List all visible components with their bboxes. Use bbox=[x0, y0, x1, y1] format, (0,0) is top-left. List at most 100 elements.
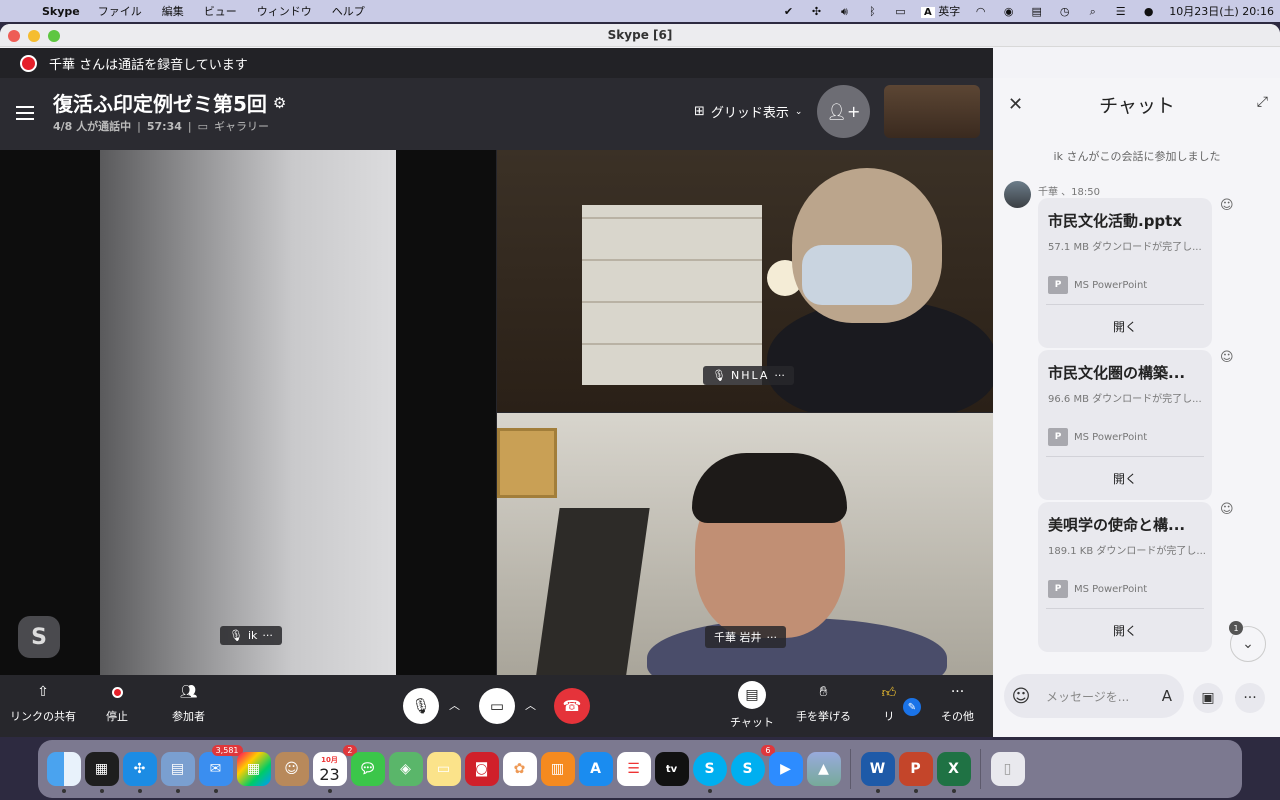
react-button[interactable]: 👍︎ リ bbox=[878, 681, 900, 724]
mic-options-chevron-icon[interactable]: ︿ bbox=[449, 697, 460, 713]
pencil-icon[interactable]: ✎ bbox=[903, 698, 921, 716]
messages-icon[interactable]: 💬︎ bbox=[350, 752, 385, 786]
preview-icon[interactable]: ▤ bbox=[160, 752, 195, 793]
checkmark-icon[interactable]: ✔ bbox=[781, 5, 796, 18]
maps-icon[interactable]: ◈ bbox=[388, 752, 423, 786]
network-icon[interactable]: ✣ bbox=[809, 5, 824, 18]
camera-options-chevron-icon[interactable]: ︿ bbox=[525, 697, 536, 713]
more-options-button[interactable]: ··· その他 bbox=[941, 681, 974, 724]
wifi-icon[interactable]: ◠ bbox=[973, 5, 988, 18]
chat-button[interactable]: ▤ チャット bbox=[730, 681, 774, 730]
photos-icon[interactable]: ✿ bbox=[502, 752, 537, 786]
open-file-button[interactable]: 開く bbox=[1038, 470, 1212, 487]
file-card-3[interactable]: 美唄学の使命と構... 189.1 KB ダウンロードが完了し... P MS P… bbox=[1038, 502, 1212, 652]
wall-panel bbox=[534, 508, 650, 675]
finder-icon[interactable] bbox=[46, 752, 81, 793]
mission-control-icon[interactable]: ▦ bbox=[84, 752, 119, 793]
name-tag-ik[interactable]: 🎙︎ ik ··· bbox=[220, 626, 282, 645]
input-method[interactable]: A 英字 bbox=[920, 3, 960, 19]
word-icon[interactable]: W bbox=[860, 752, 895, 793]
emoji-react-icon[interactable]: ☺ bbox=[1220, 198, 1234, 213]
menubar-clock[interactable]: 10月23日(土) 20:16 bbox=[1169, 3, 1274, 19]
name-tag-nhla[interactable]: 🎙︎ NHLA ··· bbox=[703, 366, 794, 385]
grid-view-button[interactable]: ⊞ グリッド表示 ⌄ bbox=[694, 102, 802, 121]
zoom-icon[interactable]: ▶ bbox=[768, 752, 803, 786]
format-text-icon[interactable]: A bbox=[1162, 687, 1172, 705]
minimize-window-button[interactable] bbox=[28, 30, 40, 42]
keyboard-icon[interactable]: ▤ bbox=[1029, 5, 1044, 18]
file-card-1[interactable]: 市民文化活動.pptx 57.1 MB ダウンロードが完了し... P MS Po… bbox=[1038, 198, 1212, 348]
end-call-button[interactable]: ☎︎ bbox=[554, 688, 590, 724]
zoom-window-button[interactable] bbox=[48, 30, 60, 42]
share-link-button[interactable]: ⇧ リンクの共有 bbox=[10, 681, 76, 724]
settings-icon[interactable]: ⚙ bbox=[273, 94, 286, 112]
name-tag-iwai[interactable]: 千華 岩井 ··· bbox=[705, 626, 786, 648]
emoji-react-icon[interactable]: ☺ bbox=[1220, 350, 1234, 365]
message-input[interactable]: メッセージを... bbox=[1046, 688, 1129, 705]
expand-icon[interactable]: ⤢ bbox=[1257, 94, 1268, 110]
raise-hand-button[interactable]: ✋︎ 手を挙げる bbox=[796, 681, 851, 724]
menu-view[interactable]: ビュー bbox=[194, 3, 247, 19]
video-tile-ik[interactable]: S 🎙︎ ik ··· bbox=[0, 150, 496, 675]
file-type: P MS PowerPoint bbox=[1048, 276, 1147, 294]
apple-tv-icon[interactable]: tv bbox=[654, 752, 689, 786]
control-center-icon[interactable]: ☰ bbox=[1113, 5, 1128, 18]
menu-edit[interactable]: 編集 bbox=[152, 3, 194, 19]
prism-icon[interactable]: ▲ bbox=[806, 752, 841, 786]
menu-icon[interactable] bbox=[16, 106, 34, 120]
message-composer[interactable]: ☺ メッセージを... A bbox=[1004, 674, 1184, 718]
dock: ▦ ✣ ▤ ✉ 3,581 ▦ ☺ 10月 23 2 💬︎ ◈ ▭ ◙ ✿ ▥ A ☰… bbox=[38, 740, 1242, 798]
spotlight-icon[interactable]: ⌕ bbox=[1085, 5, 1100, 18]
siri-icon[interactable]: ● bbox=[1141, 5, 1156, 18]
menu-file[interactable]: ファイル bbox=[88, 3, 152, 19]
time-machine-icon[interactable]: ◷ bbox=[1057, 5, 1072, 18]
video-tile-iwai[interactable]: 千華 岩井 ··· bbox=[497, 413, 993, 675]
call-header: 復活ふ印定例ゼミ第5回 ⚙ 4/8 人が通話中 | 57:34 | ▭ ギャラリ… bbox=[0, 78, 993, 150]
menu-app-name[interactable]: Skype bbox=[36, 5, 88, 18]
excel-icon[interactable]: X bbox=[936, 752, 971, 793]
record-stop-icon bbox=[106, 681, 128, 703]
calendar-day: 23 bbox=[319, 764, 340, 784]
menu-help[interactable]: ヘルプ bbox=[322, 3, 375, 19]
powerpoint-icon[interactable]: P bbox=[898, 752, 933, 793]
calendar-icon[interactable]: 10月 23 2 bbox=[312, 745, 357, 793]
skype-icon[interactable]: S bbox=[692, 752, 727, 793]
emoji-icon[interactable]: ☺ bbox=[1004, 686, 1038, 707]
participants-button[interactable]: 👥︎ 参加者 bbox=[172, 681, 205, 724]
bluetooth-icon[interactable]: ᛒ bbox=[865, 5, 880, 18]
self-video-preview[interactable] bbox=[884, 85, 980, 138]
volume-icon[interactable]: 🔊︎ bbox=[837, 5, 852, 18]
reminders-icon[interactable]: ☰ bbox=[616, 752, 651, 786]
message-sender: 千華 、18:50 bbox=[1038, 187, 1100, 198]
name-tag-ik-label: ik bbox=[247, 629, 258, 642]
launchpad-icon[interactable]: ▦ bbox=[236, 752, 271, 786]
open-file-button[interactable]: 開く bbox=[1038, 622, 1212, 639]
file-card-2[interactable]: 市民文化圏の構築... 96.6 MB ダウンロードが完了し... P MS Po… bbox=[1038, 350, 1212, 500]
books-icon[interactable]: ▥ bbox=[540, 752, 575, 786]
trash-icon[interactable]: ▯ bbox=[990, 752, 1025, 786]
battery-icon[interactable]: ▭ bbox=[893, 5, 908, 18]
media-button[interactable]: ▣ bbox=[1193, 683, 1223, 713]
add-participant-button[interactable]: 👤︎+ bbox=[817, 85, 870, 138]
open-file-button[interactable]: 開く bbox=[1038, 318, 1212, 335]
camera-button[interactable]: ▭ bbox=[479, 688, 515, 724]
mic-button[interactable]: 🎙︎ bbox=[403, 688, 439, 724]
more-chat-options-button[interactable]: ··· bbox=[1235, 683, 1265, 713]
app-store-icon[interactable]: A bbox=[578, 752, 613, 786]
close-icon[interactable]: ✕ bbox=[1008, 94, 1023, 115]
skype-alt-icon[interactable]: S6 bbox=[730, 745, 775, 786]
safari-icon[interactable]: ✣ bbox=[122, 752, 157, 793]
close-window-button[interactable] bbox=[8, 30, 20, 42]
avatar[interactable] bbox=[1004, 181, 1031, 208]
user-icon[interactable]: ◉ bbox=[1001, 5, 1016, 18]
contacts-icon[interactable]: ☺ bbox=[274, 752, 309, 786]
stop-recording-button[interactable]: 停止 bbox=[106, 681, 128, 724]
emoji-react-icon[interactable]: ☺ bbox=[1220, 502, 1234, 517]
notes-icon[interactable]: ▭ bbox=[426, 752, 461, 786]
video-tile-nhla[interactable]: 🎙︎ NHLA ··· bbox=[497, 150, 993, 412]
call-title: 復活ふ印定例ゼミ第5回 ⚙ bbox=[53, 88, 286, 117]
mail-icon[interactable]: ✉ 3,581 bbox=[198, 745, 243, 793]
menu-window[interactable]: ウィンドウ bbox=[247, 3, 322, 19]
view-mode: ギャラリー bbox=[214, 120, 270, 133]
photo-booth-icon[interactable]: ◙ bbox=[464, 752, 499, 786]
